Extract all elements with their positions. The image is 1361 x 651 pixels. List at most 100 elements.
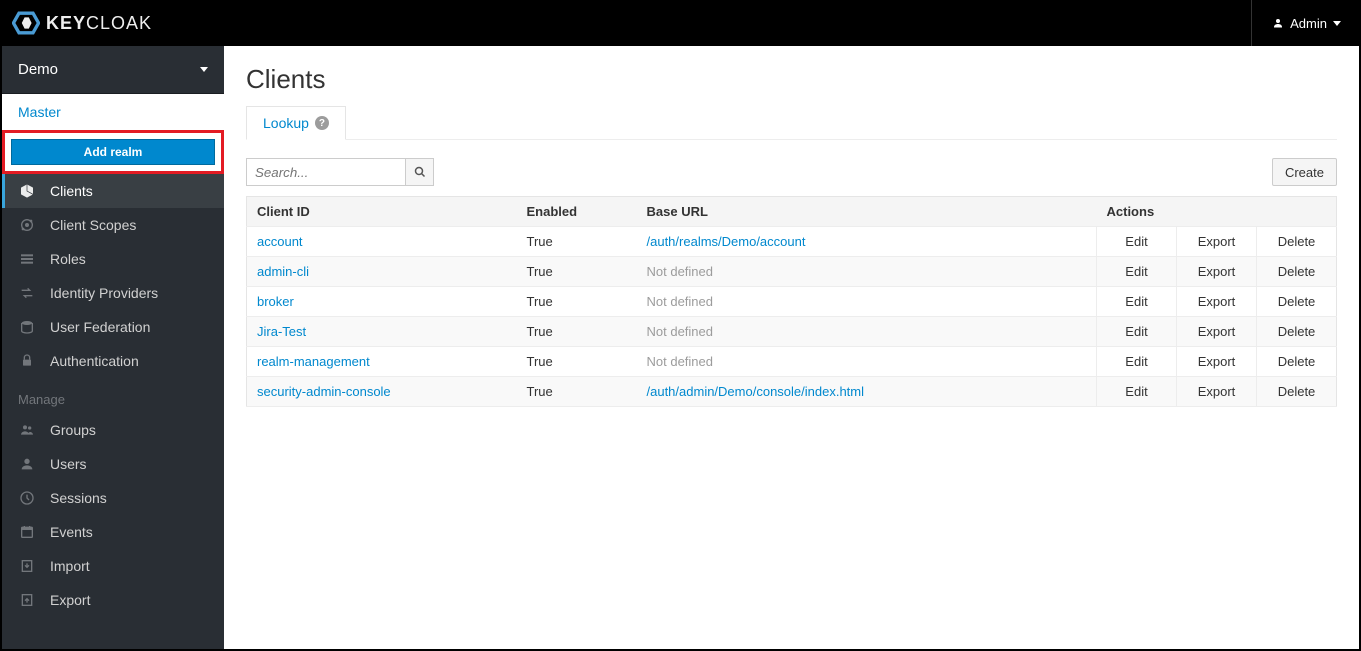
client-link[interactable]: broker [257,294,294,309]
realm-dropdown: Master Add realm [2,94,224,174]
table-row: security-admin-console True/auth/admin/De… [247,377,1337,407]
realm-link-master[interactable]: Master [2,94,224,130]
nav-label: Users [50,456,87,472]
cell-enabled: True [517,347,637,377]
realm-selector[interactable]: Demo [2,46,224,94]
user-menu[interactable]: Admin [1251,0,1341,46]
cell-base-url: /auth/realms/Demo/account [637,227,1097,257]
cell-client-id: security-admin-console [247,377,517,407]
nav-label: Identity Providers [50,285,158,301]
users-icon [18,455,36,473]
action-edit[interactable]: Edit [1097,257,1177,287]
cell-base-url: /auth/admin/Demo/console/index.html [637,377,1097,407]
table-row: Jira-TestTrueNot definedEditExportDelete [247,317,1337,347]
authentication-icon [18,352,36,370]
create-button[interactable]: Create [1272,158,1337,186]
nav-configure: Clients Client Scopes Roles Identity Provid… [2,174,224,378]
cell-client-id: broker [247,287,517,317]
cell-base-url: Not defined [637,347,1097,377]
nav-item-user-federation[interactable]: User Federation [2,310,224,344]
action-edit[interactable]: Edit [1097,347,1177,377]
table-row: accountTrue/auth/realms/Demo/accountEdit… [247,227,1337,257]
export-icon [18,591,36,609]
client-link[interactable]: Jira-Test [257,324,306,339]
client-link[interactable]: admin-cli [257,264,309,279]
nav-label: Roles [50,251,86,267]
base-url-link[interactable]: /auth/admin/Demo/console/index.html [647,384,865,399]
base-url-link[interactable]: /auth/realms/Demo/account [647,234,806,249]
nav-item-import[interactable]: Import [2,549,224,583]
clients-icon [18,182,36,200]
col-actions: Actions [1097,197,1337,227]
action-export[interactable]: Export [1177,377,1257,407]
events-icon [18,523,36,541]
nav-label: Authentication [50,353,139,369]
tab-lookup[interactable]: Lookup ? [246,106,346,140]
add-realm-highlight: Add realm [2,130,224,174]
nav-item-groups[interactable]: Groups [2,413,224,447]
nav-item-sessions[interactable]: Sessions [2,481,224,515]
cell-base-url: Not defined [637,287,1097,317]
action-edit[interactable]: Edit [1097,287,1177,317]
user-label: Admin [1290,16,1327,31]
user-icon [1272,17,1284,29]
client-link[interactable]: account [257,234,303,249]
nav-label: Events [50,524,93,540]
action-export[interactable]: Export [1177,287,1257,317]
client-link[interactable]: security-admin-console [257,384,391,399]
nav-item-events[interactable]: Events [2,515,224,549]
nav-label: Import [50,558,90,574]
action-edit[interactable]: Edit [1097,377,1177,407]
cell-client-id: Jira-Test [247,317,517,347]
topbar: KEYCLOAK Admin [0,0,1361,46]
nav-item-roles[interactable]: Roles [2,242,224,276]
action-delete[interactable]: Delete [1257,227,1337,257]
groups-icon [18,421,36,439]
nav-item-identity-providers[interactable]: Identity Providers [2,276,224,310]
nav-item-export[interactable]: Export [2,583,224,617]
table-header-row: Client ID Enabled Base URL Actions [247,197,1337,227]
search-group [246,158,434,186]
nav-label: Clients [50,183,93,199]
keycloak-logo-icon [12,9,40,37]
nav-label: User Federation [50,319,150,335]
table-row: admin-cliTrueNot definedEditExportDelete [247,257,1337,287]
cell-enabled: True [517,377,637,407]
nav-item-users[interactable]: Users [2,447,224,481]
action-delete[interactable]: Delete [1257,257,1337,287]
sidebar: Demo Master Add realm Clients Client Scop… [2,46,224,649]
action-edit[interactable]: Edit [1097,317,1177,347]
action-export[interactable]: Export [1177,257,1257,287]
tab-label: Lookup [263,115,309,131]
add-realm-button[interactable]: Add realm [11,139,215,165]
action-delete[interactable]: Delete [1257,377,1337,407]
nav-item-clients[interactable]: Clients [2,174,224,208]
import-icon [18,557,36,575]
action-export[interactable]: Export [1177,317,1257,347]
col-base-url: Base URL [637,197,1097,227]
brand-logo[interactable]: KEYCLOAK [12,9,152,37]
cell-client-id: admin-cli [247,257,517,287]
cell-enabled: True [517,257,637,287]
nav-label: Export [50,592,90,608]
chevron-down-icon [200,67,208,72]
action-delete[interactable]: Delete [1257,317,1337,347]
page-title: Clients [246,64,1337,95]
action-export[interactable]: Export [1177,347,1257,377]
search-input[interactable] [246,158,406,186]
brand-text: KEYCLOAK [46,13,152,34]
toolbar: Create [246,158,1337,186]
nav-item-client-scopes[interactable]: Client Scopes [2,208,224,242]
table-row: realm-management TrueNot definedEditExpor… [247,347,1337,377]
action-edit[interactable]: Edit [1097,227,1177,257]
chevron-down-icon [1333,21,1341,26]
cell-enabled: True [517,287,637,317]
action-delete[interactable]: Delete [1257,287,1337,317]
client-scopes-icon [18,216,36,234]
search-button[interactable] [406,158,434,186]
client-link[interactable]: realm-management [257,354,370,369]
nav-item-authentication[interactable]: Authentication [2,344,224,378]
col-enabled: Enabled [517,197,637,227]
action-delete[interactable]: Delete [1257,347,1337,377]
action-export[interactable]: Export [1177,227,1257,257]
